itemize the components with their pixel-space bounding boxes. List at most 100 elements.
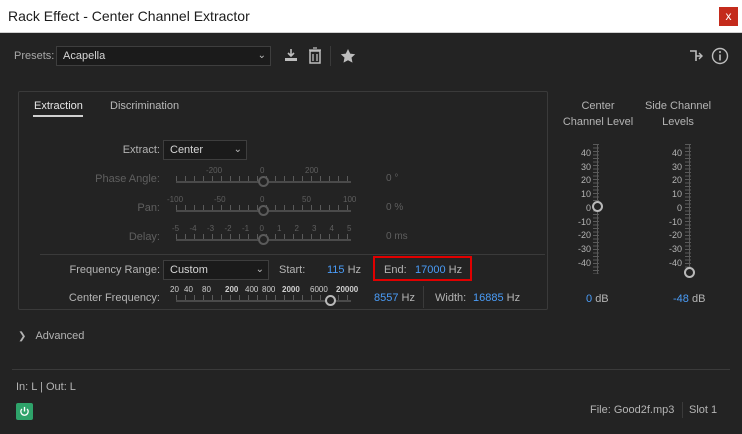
side-meter-title: Side Channel Levels	[644, 100, 712, 128]
center-scale-label: 80	[202, 285, 211, 294]
delay-scale-label: -5	[172, 224, 180, 233]
center-frequency-label: Center Frequency:	[68, 292, 160, 304]
chevron-down-icon: ⌄	[257, 50, 266, 61]
center-meter-knob[interactable]	[592, 201, 603, 213]
pan-value: 0 %	[386, 202, 404, 213]
slot-label: Slot 1	[689, 404, 718, 416]
meter-scale-label: -20	[668, 230, 682, 241]
delay-scale-label: -1	[242, 224, 250, 233]
meter-scale-label: 40	[671, 148, 682, 158]
frequency-range-label: Frequency Range:	[69, 264, 161, 276]
center-frequency-field[interactable]: 8557 Hz	[374, 292, 415, 304]
delay-scale-label: 3	[312, 224, 317, 233]
side-meter-scale: 40 30 20 10 0 -10 -20 -30 -40	[660, 148, 684, 274]
center-level-field[interactable]: 0 dB	[586, 293, 609, 305]
meter-scale-label: -20	[577, 230, 591, 241]
close-icon[interactable]: x	[719, 7, 738, 26]
width-field[interactable]: 16885 Hz	[473, 292, 520, 304]
pan-knob[interactable]	[258, 205, 269, 216]
meter-scale-label: -40	[577, 257, 591, 268]
delay-scale: -5 -4 -3 -2 -1 0 1 2 3 4 5	[172, 224, 356, 234]
section-divider	[40, 254, 545, 255]
side-level-field[interactable]: -48 dB	[673, 293, 705, 305]
meter-scale-label: 0	[676, 202, 682, 213]
meter-scale-label: 20	[671, 175, 682, 186]
star-icon[interactable]	[340, 48, 356, 68]
download-icon[interactable]	[283, 47, 299, 67]
tab-extraction[interactable]: Extraction	[34, 100, 83, 112]
chevron-down-icon: ⌄	[255, 264, 264, 275]
field-divider	[423, 286, 424, 308]
meter-scale-label: 20	[580, 175, 591, 186]
delay-scale-label: 2	[294, 224, 299, 233]
meter-scale-label: 40	[580, 148, 591, 158]
center-scale-label: 20000	[336, 285, 359, 294]
meter-scale-label: -40	[668, 257, 682, 268]
delay-label: Delay:	[128, 231, 160, 243]
end-field[interactable]: 17000 Hz	[415, 264, 462, 276]
delay-value: 0 ms	[386, 231, 408, 242]
trash-icon[interactable]	[307, 47, 323, 68]
toolbar-divider	[330, 46, 331, 66]
center-scale-label: 40	[184, 285, 193, 294]
pan-scale-1: -50	[214, 195, 226, 204]
center-scale-label: 2000	[282, 285, 300, 294]
tab-discrimination[interactable]: Discrimination	[110, 100, 179, 112]
frequency-range-value: Custom	[170, 264, 208, 276]
side-meter-ticks	[685, 144, 691, 274]
start-field[interactable]: 115 Hz	[327, 264, 361, 276]
presets-value: Acapella	[63, 50, 106, 62]
chevron-right-icon: ❯	[18, 331, 27, 342]
meter-scale-label: 10	[580, 189, 591, 200]
meter-scale-label: -10	[577, 216, 591, 227]
delay-scale-label: 5	[347, 224, 352, 233]
delay-scale-label: 1	[277, 224, 282, 233]
delay-scale-label: -4	[189, 224, 197, 233]
active-tab-indicator	[33, 115, 83, 117]
meter-scale-label: -10	[668, 216, 682, 227]
advanced-toggle[interactable]: ❯ Advanced	[18, 330, 84, 342]
center-meter-scale: 40 30 20 10 0 -10 -20 -30 -40	[569, 148, 593, 274]
window-title: Rack Effect - Center Channel Extractor	[8, 8, 250, 24]
frequency-range-dropdown[interactable]: Custom ⌄	[163, 260, 269, 280]
center-frequency-knob[interactable]	[324, 295, 336, 306]
advanced-label: Advanced	[35, 330, 85, 342]
phase-angle-knob[interactable]	[258, 176, 269, 187]
pan-scale-3: 50	[302, 195, 311, 204]
meter-scale-label: -30	[577, 243, 591, 254]
center-frequency-scale: 20 40 80 200 400 800 2000 6000 20000	[170, 285, 360, 295]
phase-angle-value: 0 °	[386, 173, 399, 184]
start-label: Start:	[279, 264, 306, 276]
extract-label: Extract:	[122, 144, 160, 156]
io-routing-text: In: L | Out: L	[16, 381, 76, 393]
center-scale-label: 800	[262, 285, 276, 294]
delay-scale-label: 4	[329, 224, 334, 233]
center-scale-label: 400	[245, 285, 259, 294]
delay-scale-label: -2	[224, 224, 232, 233]
meter-scale-label: 30	[671, 161, 682, 172]
chevron-down-icon: ⌄	[233, 144, 242, 155]
phase-scale-min: -200	[206, 166, 223, 175]
pan-label: Pan:	[137, 202, 160, 214]
meter-scale-label: 30	[580, 161, 591, 172]
center-scale-label: 20	[170, 285, 179, 294]
routing-icon[interactable]	[688, 48, 704, 68]
meter-scale-label: -30	[668, 243, 682, 254]
presets-dropdown[interactable]: Acapella ⌄	[56, 46, 271, 66]
power-icon[interactable]	[16, 403, 33, 420]
pan-scale-2: 0	[260, 195, 265, 204]
side-meter-knob[interactable]	[684, 266, 695, 278]
width-label: Width:	[435, 292, 467, 304]
footer-divider	[12, 369, 730, 370]
center-scale-label: 200	[225, 285, 239, 294]
end-label: End:	[384, 264, 407, 276]
extract-dropdown[interactable]: Center ⌄	[163, 140, 247, 160]
extract-value: Center	[170, 144, 204, 156]
delay-scale-label: -3	[207, 224, 215, 233]
info-icon[interactable]	[711, 47, 729, 69]
file-name: File: Good2f.mp3	[590, 404, 675, 416]
delay-knob[interactable]	[258, 234, 269, 245]
pan-scale-4: 100	[343, 195, 357, 204]
pan-scale-0: -100	[167, 195, 184, 204]
footer-separator	[682, 402, 683, 418]
